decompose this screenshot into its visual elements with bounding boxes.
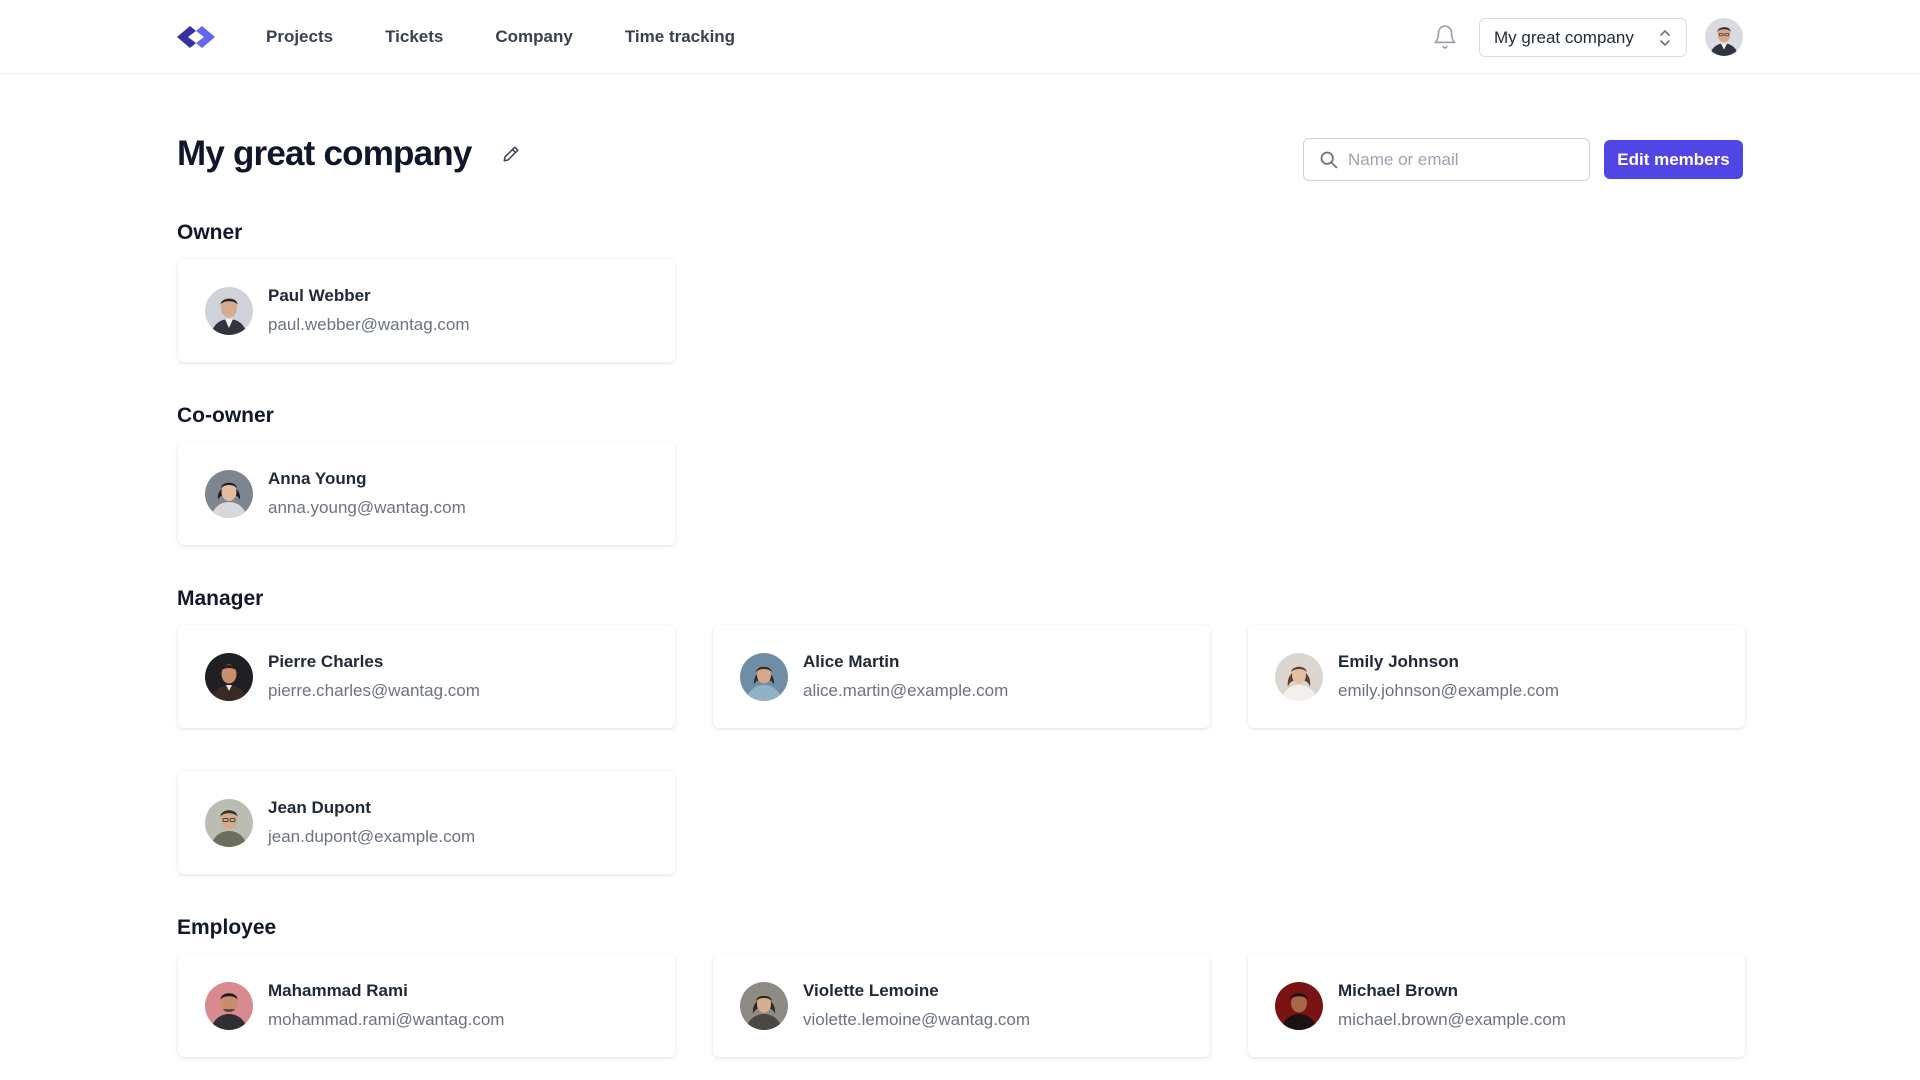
member-avatar xyxy=(740,981,788,1030)
page-title: My great company xyxy=(177,134,472,173)
member-card[interactable]: Pierre Charles pierre.charles@wantag.com xyxy=(178,625,675,728)
company-selector[interactable]: My great company xyxy=(1479,18,1687,57)
member-avatar xyxy=(205,981,253,1030)
member-email: violette.lemoine@wantag.com xyxy=(803,1010,1031,1029)
member-search-box xyxy=(1303,138,1590,181)
search-icon xyxy=(1320,151,1338,169)
member-name: Violette Lemoine xyxy=(803,981,939,1000)
member-avatar xyxy=(205,798,253,847)
nav-item-tickets[interactable]: Tickets xyxy=(385,27,443,47)
section-title-owner: Owner xyxy=(177,221,243,244)
section-title-coowner: Co-owner xyxy=(177,404,274,427)
nav-item-company[interactable]: Company xyxy=(495,27,572,47)
member-avatar xyxy=(205,652,253,701)
member-avatar xyxy=(205,286,253,335)
member-name: Paul Webber xyxy=(268,286,371,305)
member-avatar xyxy=(740,652,788,701)
notification-bell-icon[interactable] xyxy=(1432,24,1458,50)
member-avatar xyxy=(205,469,253,518)
member-email: mohammad.rami@wantag.com xyxy=(268,1010,505,1029)
member-email: michael.brown@example.com xyxy=(1338,1010,1566,1029)
edit-pencil-icon[interactable] xyxy=(502,145,520,163)
member-card[interactable]: Mahammad Rami mohammad.rami@wantag.com xyxy=(178,954,675,1057)
member-card[interactable]: Emily Johnson emily.johnson@example.com xyxy=(1248,625,1745,728)
member-name: Jean Dupont xyxy=(268,798,371,817)
member-avatar xyxy=(1275,981,1323,1030)
member-card[interactable]: Michael Brown michael.brown@example.com xyxy=(1248,954,1745,1057)
company-selector-label: My great company xyxy=(1494,27,1634,47)
app-logo-icon[interactable] xyxy=(176,23,216,51)
section-title-employee: Employee xyxy=(177,916,277,939)
member-avatar xyxy=(1275,652,1323,701)
member-name: Pierre Charles xyxy=(268,652,384,671)
main-nav: Projects Tickets Company Time tracking xyxy=(266,0,735,74)
member-email: emily.johnson@example.com xyxy=(1338,681,1560,700)
nav-item-time-tracking[interactable]: Time tracking xyxy=(625,27,735,47)
member-email: anna.young@wantag.com xyxy=(268,498,466,517)
member-email: pierre.charles@wantag.com xyxy=(268,681,480,700)
member-email: alice.martin@example.com xyxy=(803,681,1009,700)
member-name: Michael Brown xyxy=(1338,981,1458,1000)
nav-item-projects[interactable]: Projects xyxy=(266,27,333,47)
member-email: paul.webber@wantag.com xyxy=(268,315,470,334)
edit-members-button[interactable]: Edit members xyxy=(1604,140,1743,179)
section-title-manager: Manager xyxy=(177,587,264,610)
member-name: Mahammad Rami xyxy=(268,981,408,1000)
member-email: jean.dupont@example.com xyxy=(268,827,476,846)
chevron-up-down-icon xyxy=(1660,29,1670,46)
member-card[interactable]: Anna Young anna.young@wantag.com xyxy=(178,442,675,545)
member-name: Emily Johnson xyxy=(1338,652,1459,671)
member-name: Alice Martin xyxy=(803,652,900,671)
member-card[interactable]: Alice Martin alice.martin@example.com xyxy=(713,625,1210,728)
member-card[interactable]: Jean Dupont jean.dupont@example.com xyxy=(178,771,675,874)
member-card[interactable]: Violette Lemoine violette.lemoine@wantag… xyxy=(713,954,1210,1057)
user-avatar[interactable] xyxy=(1705,18,1743,56)
top-navigation-bar: Projects Tickets Company Time tracking M… xyxy=(0,0,1920,74)
member-name: Anna Young xyxy=(268,469,367,488)
member-card[interactable]: Paul Webber paul.webber@wantag.com xyxy=(178,259,675,362)
search-input[interactable] xyxy=(1348,149,1575,170)
